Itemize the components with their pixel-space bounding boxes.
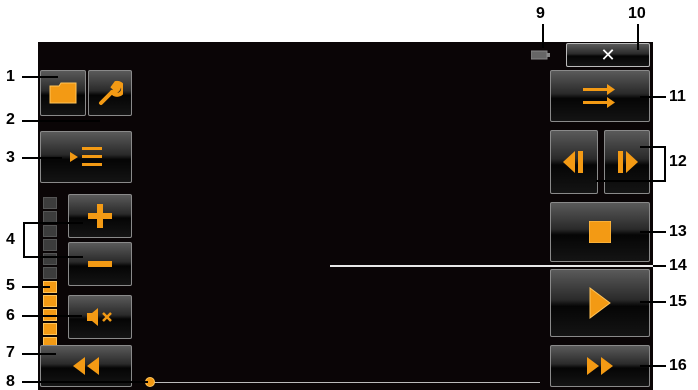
callout-4: 4 <box>6 231 15 248</box>
callout-6: 6 <box>6 307 15 324</box>
volume-segment <box>43 197 57 209</box>
repeat-mode-button[interactable] <box>550 70 650 122</box>
callout-7: 7 <box>6 344 15 361</box>
volume-segment <box>43 267 57 279</box>
callout-line-12b <box>664 146 666 182</box>
battery-icon <box>530 48 551 60</box>
previous-track-button[interactable] <box>550 130 598 194</box>
callout-8: 8 <box>6 373 15 390</box>
callout-line-10 <box>637 24 639 50</box>
play-button[interactable] <box>550 269 650 337</box>
previous-track-icon <box>563 151 583 173</box>
callout-9: 9 <box>536 5 545 22</box>
playlist-icon <box>70 147 102 166</box>
callout-line-11 <box>640 96 666 98</box>
wrench-icon <box>99 80 123 105</box>
callout-3: 3 <box>6 149 15 166</box>
folder-icon <box>49 82 77 104</box>
callout-line-5 <box>22 286 50 288</box>
callout-line-4b <box>23 222 25 258</box>
fast-forward-button[interactable] <box>550 345 650 387</box>
minus-icon <box>88 261 112 267</box>
callout-2: 2 <box>6 111 15 128</box>
callout-line-15 <box>640 301 666 303</box>
repeat-icon <box>583 84 615 108</box>
callout-1: 1 <box>6 68 15 85</box>
callout-line-12a <box>640 146 666 148</box>
callout-16: 16 <box>669 357 687 374</box>
volume-segment <box>43 323 57 335</box>
volume-down-button[interactable] <box>68 242 132 286</box>
volume-segment <box>43 239 57 251</box>
stop-icon <box>589 221 611 243</box>
callout-line-8 <box>22 381 148 383</box>
play-icon <box>589 287 611 319</box>
volume-segment <box>43 295 57 307</box>
callout-12: 12 <box>669 153 687 170</box>
plus-icon <box>88 204 112 228</box>
rewind-icon <box>73 357 99 375</box>
mute-icon <box>87 308 112 326</box>
callout-line-6 <box>22 315 82 317</box>
callout-15: 15 <box>669 293 687 310</box>
callout-line-14 <box>330 265 666 267</box>
stop-button[interactable] <box>550 202 650 262</box>
callout-line-12c <box>596 180 666 182</box>
settings-button[interactable] <box>88 70 132 116</box>
next-track-button[interactable] <box>604 130 650 194</box>
callout-line-4a <box>23 222 83 224</box>
volume-segment <box>43 225 57 237</box>
callout-14: 14 <box>669 257 687 274</box>
callout-5: 5 <box>6 277 15 294</box>
callout-line-9 <box>542 24 544 48</box>
callout-line-3 <box>22 157 62 159</box>
mute-button[interactable] <box>68 295 132 339</box>
callout-line-16 <box>640 365 666 367</box>
callout-11: 11 <box>669 88 686 105</box>
forward-icon <box>587 357 613 375</box>
callout-13: 13 <box>669 223 687 240</box>
callout-line-1 <box>22 76 58 78</box>
callout-line-4c <box>23 256 83 258</box>
callout-10: 10 <box>628 5 646 22</box>
next-track-icon <box>618 151 638 173</box>
callout-line-13 <box>640 231 666 233</box>
volume-up-button[interactable] <box>68 194 132 238</box>
callout-line-7 <box>22 353 56 355</box>
progress-track[interactable] <box>150 382 540 383</box>
callout-line-2 <box>22 120 100 122</box>
volume-segment <box>43 253 57 265</box>
callout-line-14-tail <box>653 265 666 267</box>
